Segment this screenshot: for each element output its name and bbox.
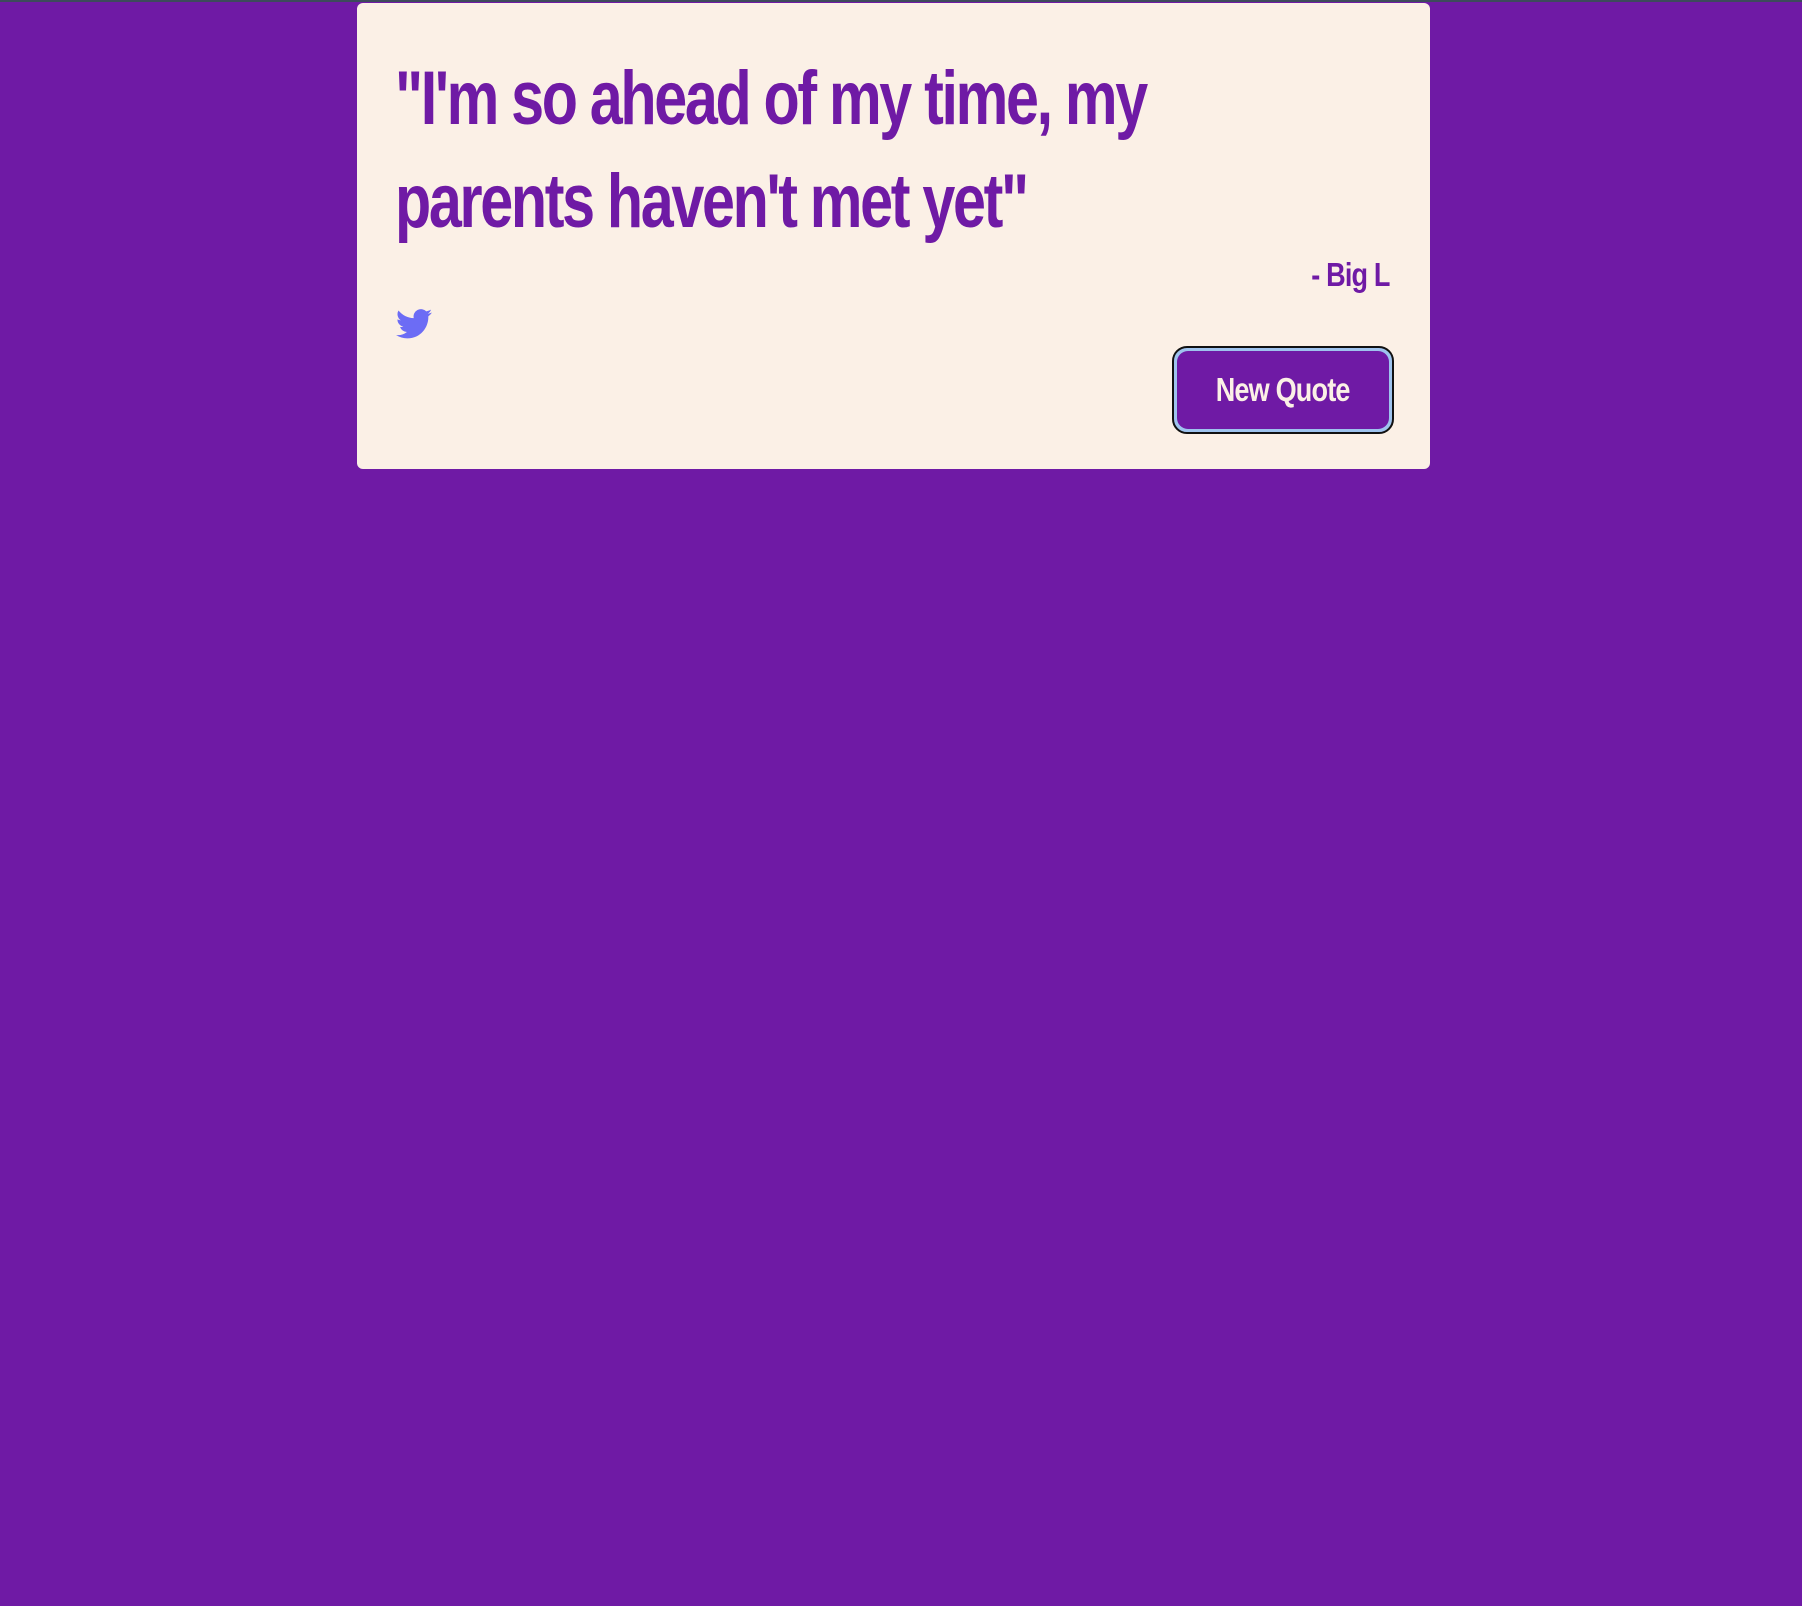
quote-text: "I'm so ahead of my time, my parents hav… — [395, 56, 1148, 244]
new-quote-button[interactable]: New Quote — [1172, 346, 1394, 434]
twitter-bird-icon — [396, 309, 432, 339]
tweet-quote-link[interactable] — [396, 309, 432, 339]
new-quote-label: New Quote — [1216, 371, 1351, 408]
quote-author: - Big L — [1311, 256, 1391, 293]
quote-card: "I'm so ahead of my time, my parents hav… — [357, 3, 1430, 469]
new-quote-button-face: New Quote — [1177, 351, 1389, 429]
